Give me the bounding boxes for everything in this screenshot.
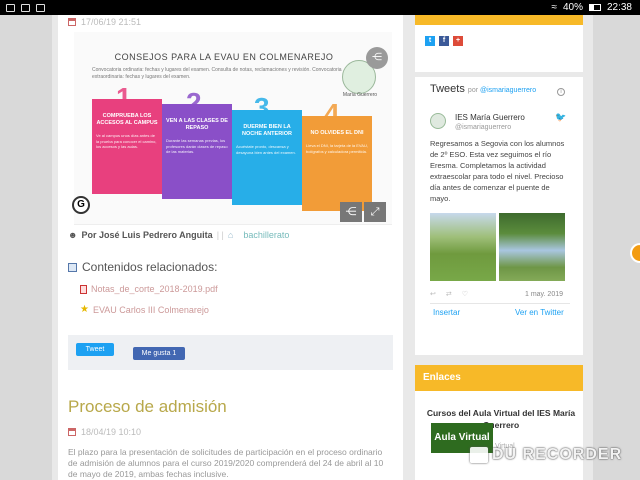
like-icon[interactable]: ♡	[462, 290, 468, 298]
tip-number-3: 3	[254, 92, 270, 123]
tweet-photo[interactable]	[430, 213, 496, 281]
tweet-text: Regresamos a Segovia con los alumnos de …	[430, 139, 565, 203]
separator: | |	[216, 230, 224, 240]
genially-logo-icon: G	[72, 196, 90, 214]
tip-card-4: NO OLVIDES EL DNI Lleva el DNI, la tarje…	[302, 116, 372, 211]
info-icon[interactable]: i	[557, 88, 565, 96]
post-title[interactable]: Proceso de admisión	[68, 397, 227, 417]
tag-link[interactable]: bachillerato	[243, 230, 289, 240]
notification-icon	[36, 3, 45, 12]
notification-icon	[21, 3, 30, 12]
embed-link[interactable]: Insertar	[433, 308, 460, 317]
facebook-like-button[interactable]: Me gusta 1	[133, 347, 185, 360]
calendar-icon	[68, 18, 76, 26]
avatar[interactable]	[430, 113, 446, 129]
infographic-subtitle: Convocatoria ordinaria: fechas y lugares…	[92, 67, 342, 80]
links-heading: Enlaces	[423, 372, 461, 383]
tip-card-3: DUERME BIEN LA NOCHE ANTERIOR Acuéstate …	[232, 110, 302, 205]
tag-icon: ⌂	[227, 230, 234, 240]
infographic-image[interactable]: CONSEJOS PARA LA EVAU EN COLMENAREJO Con…	[72, 32, 392, 225]
share-bar: Tweet Me gusta 1	[68, 335, 393, 370]
calendar-icon	[68, 428, 76, 436]
tip-number-4: 4	[324, 98, 340, 129]
tweet-actions: ↩ ⇄ ♡	[430, 290, 468, 298]
document-icon	[68, 262, 77, 272]
related-link-evau[interactable]: ★ EVAU Carlos III Colmenarejo	[80, 304, 209, 315]
related-link-pdf[interactable]: Notas_de_corte_2018-2019.pdf	[80, 284, 218, 294]
google-plus-icon[interactable]: +	[453, 36, 463, 46]
notification-icons	[0, 3, 45, 12]
tweet-date[interactable]: 1 may. 2019	[525, 291, 563, 298]
share-icon[interactable]: ⋲	[366, 47, 388, 69]
wifi-icon: ≈	[551, 2, 557, 13]
author-avatar-icon: ☻	[68, 230, 78, 240]
recorder-logo-icon	[470, 447, 488, 463]
star-icon: ★	[80, 304, 89, 315]
post-date: 18/04/19 10:10	[68, 427, 141, 437]
pdf-icon	[80, 284, 87, 294]
post-body: El plazo para la presentación de solicit…	[68, 447, 384, 479]
retweet-icon[interactable]: ⇄	[446, 290, 452, 298]
notification-icon	[6, 3, 15, 12]
share-icon[interactable]: ⋲	[340, 202, 362, 222]
twitter-icon[interactable]: t	[425, 36, 435, 46]
infographic-title: CONSEJOS PARA LA EVAU EN COLMENAREJO	[114, 52, 334, 62]
social-widget: t f +	[415, 25, 583, 72]
tweet-account-name[interactable]: IES María Guerrero	[455, 113, 525, 122]
post-author: ☻ Por José Luis Pedrero Anguita | | ⌂ ba…	[68, 230, 290, 240]
battery-icon	[588, 4, 601, 11]
tweet-account-handle[interactable]: @ismariaguerrero	[455, 124, 511, 131]
post-date: 17/06/19 21:51	[68, 17, 141, 27]
related-heading: Contenidos relacionados:	[68, 260, 217, 274]
battery-percent: 40%	[562, 2, 583, 13]
widget-header-bar	[415, 15, 583, 25]
tweet-button[interactable]: Tweet	[76, 343, 114, 356]
divider	[430, 303, 570, 304]
tweets-heading: Tweets por @ismariaguerrero	[430, 83, 537, 95]
left-gutter	[0, 15, 52, 480]
twitter-bird-icon: 🐦	[555, 112, 567, 122]
tip-number-1: 1	[116, 82, 132, 113]
tip-number-2: 2	[186, 87, 202, 118]
fullscreen-icon[interactable]: ⤢	[364, 202, 386, 222]
tweet-photo[interactable]	[499, 213, 565, 281]
clock: 22:38	[606, 2, 632, 13]
school-logo-label: María Guerrero	[342, 92, 378, 98]
reply-icon[interactable]: ↩	[430, 290, 436, 298]
facebook-icon[interactable]: f	[439, 36, 449, 46]
recorder-watermark: DU RECORDER	[470, 446, 622, 464]
main-content: 17/06/19 21:51 CONSEJOS PARA LA EVAU EN …	[58, 15, 403, 480]
view-on-twitter-link[interactable]: Ver en Twitter	[515, 308, 564, 317]
status-bar: ≈ 40% 22:38	[0, 0, 640, 15]
